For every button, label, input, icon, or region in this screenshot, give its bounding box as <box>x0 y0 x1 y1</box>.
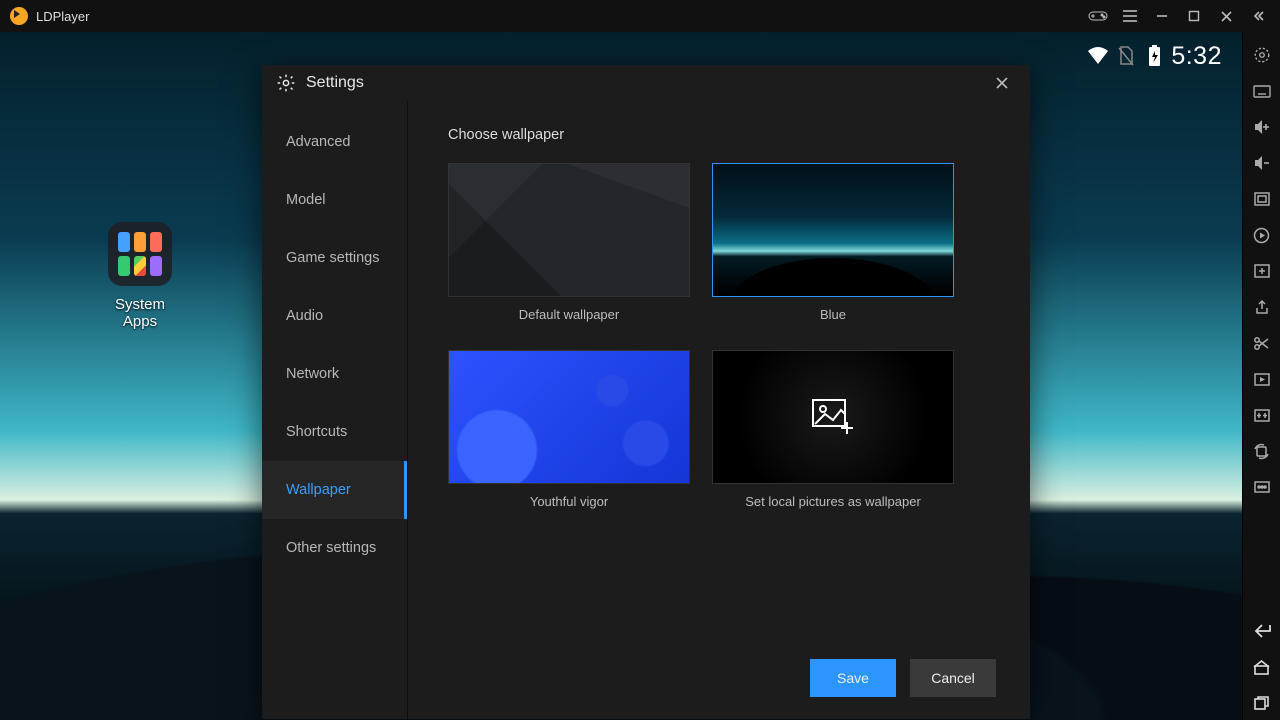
app-title: LDPlayer <box>36 9 89 24</box>
wallpaper-caption: Blue <box>820 307 846 322</box>
android-status-bar: 5:32 <box>1081 40 1222 72</box>
rail-share-icon[interactable] <box>1243 290 1280 324</box>
sidebar-label: Audio <box>286 308 323 324</box>
window-titlebar: LDPlayer <box>0 0 1280 32</box>
folder-icon <box>108 222 172 286</box>
rail-record-icon[interactable] <box>1243 362 1280 396</box>
rail-fullscreen-icon[interactable] <box>1243 182 1280 216</box>
settings-dialog: Settings Advanced Model Game settings Au… <box>262 65 1030 719</box>
ldplayer-logo-icon <box>10 7 28 25</box>
sidebar-label: Wallpaper <box>286 482 351 498</box>
sidebar-item-wallpaper[interactable]: Wallpaper <box>262 461 407 519</box>
sidebar-item-advanced[interactable]: Advanced <box>262 113 407 171</box>
wallpaper-caption: Youthful vigor <box>530 494 608 509</box>
cancel-button[interactable]: Cancel <box>910 659 996 697</box>
settings-sidebar: Advanced Model Game settings Audio Netwo… <box>262 101 408 719</box>
minimize-button[interactable] <box>1146 0 1178 32</box>
wallpaper-thumb <box>712 163 954 297</box>
settings-title: Settings <box>306 74 364 92</box>
sidebar-item-game-settings[interactable]: Game settings <box>262 229 407 287</box>
maximize-button[interactable] <box>1178 0 1210 32</box>
rail-settings-icon[interactable] <box>1243 38 1280 72</box>
system-apps-folder[interactable]: System Apps <box>100 222 180 330</box>
sidebar-label: Shortcuts <box>286 424 347 440</box>
folder-label: System Apps <box>100 296 180 330</box>
sidebar-item-other-settings[interactable]: Other settings <box>262 519 407 577</box>
rail-add-shortcut-icon[interactable] <box>1243 254 1280 288</box>
wallpaper-caption: Default wallpaper <box>519 307 619 322</box>
right-tool-rail <box>1242 32 1280 720</box>
sidebar-label: Model <box>286 192 326 208</box>
nav-recent-icon[interactable] <box>1243 686 1280 720</box>
emulator-desktop: 5:32 System Apps Settings <box>0 32 1242 720</box>
wallpaper-panel: Choose wallpaper Default wallpaper Blue <box>408 101 1030 719</box>
rail-rotate-icon[interactable] <box>1243 434 1280 468</box>
wallpaper-option-vigor[interactable]: Youthful vigor <box>448 350 690 525</box>
image-add-icon <box>811 398 855 436</box>
wallpaper-option-default[interactable]: Default wallpaper <box>448 163 690 338</box>
rail-more-icon[interactable] <box>1243 470 1280 504</box>
wallpaper-option-local[interactable]: Set local pictures as wallpaper <box>712 350 954 525</box>
clock-text: 5:32 <box>1171 42 1222 71</box>
nav-back-icon[interactable] <box>1243 614 1280 648</box>
no-sim-icon <box>1115 45 1137 67</box>
sidebar-label: Advanced <box>286 134 351 150</box>
nav-home-icon[interactable] <box>1243 650 1280 684</box>
collapse-rail-icon[interactable] <box>1242 0 1274 32</box>
wallpaper-option-blue[interactable]: Blue <box>712 163 954 338</box>
dialog-footer: Save Cancel <box>448 659 1000 703</box>
rail-volume-up-icon[interactable] <box>1243 110 1280 144</box>
save-button[interactable]: Save <box>810 659 896 697</box>
sidebar-label: Network <box>286 366 339 382</box>
wallpaper-thumb <box>448 350 690 484</box>
settings-header: Settings <box>262 65 1030 101</box>
rail-volume-down-icon[interactable] <box>1243 146 1280 180</box>
wallpaper-thumb <box>448 163 690 297</box>
panel-title: Choose wallpaper <box>448 127 1000 143</box>
sidebar-label: Other settings <box>286 540 376 556</box>
wifi-icon <box>1087 45 1109 67</box>
sidebar-label: Game settings <box>286 250 380 266</box>
gear-icon <box>276 73 296 93</box>
sidebar-item-model[interactable]: Model <box>262 171 407 229</box>
sidebar-item-shortcuts[interactable]: Shortcuts <box>262 403 407 461</box>
battery-icon <box>1143 45 1165 67</box>
rail-disc-icon[interactable] <box>1243 218 1280 252</box>
gamepad-icon[interactable] <box>1082 0 1114 32</box>
wallpaper-caption: Set local pictures as wallpaper <box>745 494 921 509</box>
rail-keymap-icon[interactable] <box>1243 398 1280 432</box>
rail-scissors-icon[interactable] <box>1243 326 1280 360</box>
settings-close-button[interactable] <box>988 69 1016 97</box>
rail-keyboard-icon[interactable] <box>1243 74 1280 108</box>
wallpaper-thumb <box>712 350 954 484</box>
hamburger-menu-icon[interactable] <box>1114 0 1146 32</box>
sidebar-item-audio[interactable]: Audio <box>262 287 407 345</box>
sidebar-item-network[interactable]: Network <box>262 345 407 403</box>
close-window-button[interactable] <box>1210 0 1242 32</box>
